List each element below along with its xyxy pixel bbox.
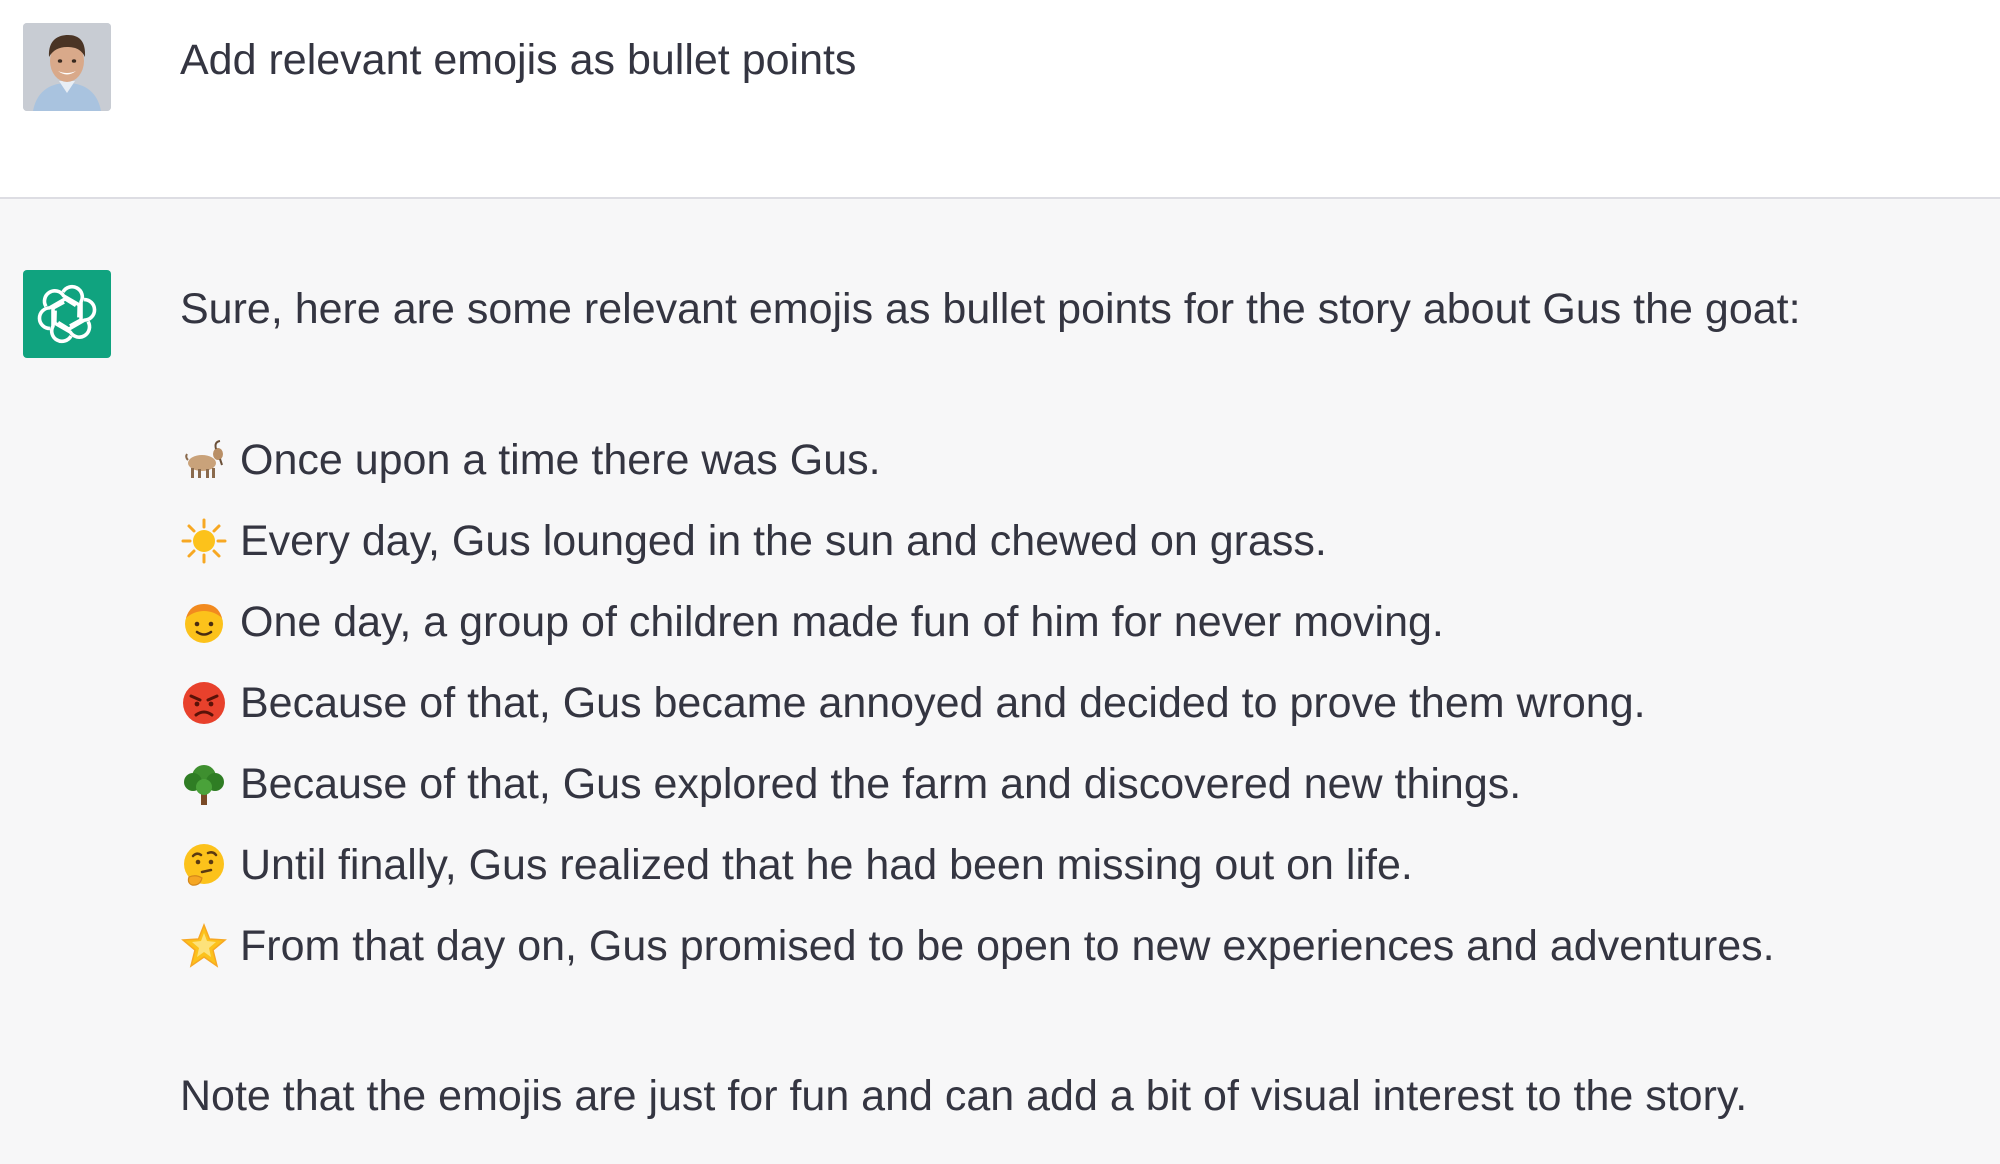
assistant-message-content: Sure, here are some relevant emojis as b… [180,279,1980,1126]
list-item: From that day on, Gus promised to be ope… [180,905,1980,986]
assistant-note-text: Note that the emojis are just for fun an… [180,1072,1748,1120]
bullet-text: Until finally, Gus realized that he had … [240,840,1413,889]
user-photo-avatar-icon [23,23,111,111]
goat-emoji-icon [180,436,228,484]
openai-logo-icon [37,284,97,344]
user-message-text: Add relevant emojis as bullet points [180,36,857,84]
tree-emoji-icon [180,760,228,808]
list-item: Once upon a time there was Gus. [180,419,1980,500]
assistant-message-row: Sure, here are some relevant emojis as b… [0,199,2000,1164]
user-avatar [23,23,111,111]
child-emoji-icon [180,598,228,646]
list-item: Because of that, Gus became annoyed and … [180,662,1980,743]
assistant-intro-text: Sure, here are some relevant emojis as b… [180,285,1801,333]
list-item: One day, a group of children made fun of… [180,581,1980,662]
sun-emoji-icon [180,517,228,565]
bullet-text: Every day, Gus lounged in the sun and ch… [240,516,1327,565]
star-emoji-icon [180,922,228,970]
bullet-text: Because of that, Gus explored the farm a… [240,759,1522,808]
angry-face-emoji-icon [180,679,228,727]
list-item: Until finally, Gus realized that he had … [180,824,1980,905]
bullet-text: From that day on, Gus promised to be ope… [240,921,1775,970]
thinking-face-emoji-icon [180,841,228,889]
emoji-bullet-list: Once upon a time there was Gus. Every da… [180,419,1980,986]
bullet-text: Once upon a time there was Gus. [240,435,881,484]
user-message-row: Add relevant emojis as bullet points [0,0,2000,199]
list-item: Every day, Gus lounged in the sun and ch… [180,500,1980,581]
list-item: Because of that, Gus explored the farm a… [180,743,1980,824]
bullet-text: Because of that, Gus became annoyed and … [240,678,1646,727]
assistant-avatar [23,270,111,358]
bullet-text: One day, a group of children made fun of… [240,597,1444,646]
